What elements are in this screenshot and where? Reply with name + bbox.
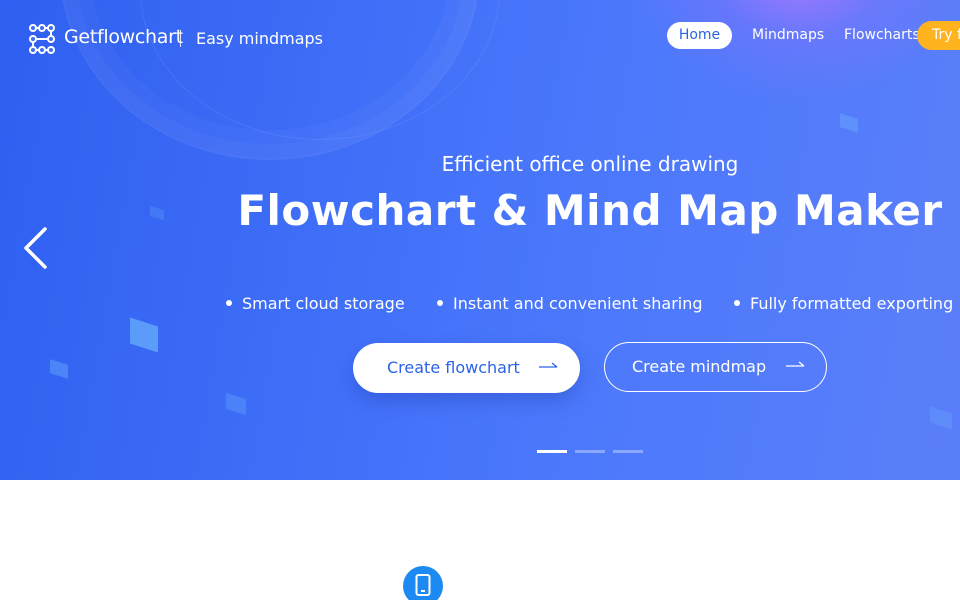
nav-flowcharts[interactable]: Flowcharts: [844, 27, 920, 43]
brand-name[interactable]: Getflowchart: [64, 26, 183, 48]
feature-item: Smart cloud storage: [226, 294, 405, 313]
bullet-icon: [437, 300, 443, 306]
create-flowchart-button[interactable]: Create flowchart: [353, 343, 580, 393]
tablet-icon: [415, 574, 431, 596]
decorative-tile: [226, 392, 246, 416]
feature-label: Instant and convenient sharing: [453, 294, 703, 313]
slide-indicator-2[interactable]: [575, 450, 605, 453]
brand-tagline: Easy mindmaps: [196, 29, 324, 48]
decorative-tile: [840, 113, 858, 133]
decorative-tile: [930, 406, 952, 430]
decorative-tile: [130, 317, 158, 353]
tablet-icon-badge: [403, 566, 443, 600]
hero-banner: Getflowchart Easy mindmaps Home Mindmaps…: [0, 0, 960, 480]
feature-item: Instant and convenient sharing: [437, 294, 703, 313]
logo-icon[interactable]: [26, 23, 58, 55]
hero-subtitle: Efficient office online drawing: [441, 152, 739, 176]
arrow-right-icon: [786, 361, 805, 367]
bullet-icon: [734, 300, 740, 306]
slide-indicator-3[interactable]: [613, 450, 643, 453]
bullet-icon: [226, 300, 232, 306]
feature-label: Fully formatted exporting: [750, 294, 954, 313]
create-mindmap-button[interactable]: Create mindmap: [604, 342, 827, 392]
create-mindmap-label: Create mindmap: [632, 357, 767, 376]
create-flowchart-label: Create flowchart: [387, 358, 520, 377]
decorative-tile: [50, 359, 68, 379]
feature-item: Fully formatted exporting: [734, 294, 953, 313]
nav-home[interactable]: Home: [667, 22, 732, 49]
brand-divider: [180, 30, 181, 47]
slide-indicator-1[interactable]: [537, 450, 567, 453]
arrow-right-icon: [539, 362, 558, 368]
hero-glow: [620, 0, 960, 100]
hero-title: Flowchart & Mind Map Maker: [237, 186, 943, 235]
try-free-button[interactable]: Try f: [917, 21, 960, 50]
feature-label: Smart cloud storage: [242, 294, 405, 313]
nav-mindmaps[interactable]: Mindmaps: [752, 27, 824, 43]
